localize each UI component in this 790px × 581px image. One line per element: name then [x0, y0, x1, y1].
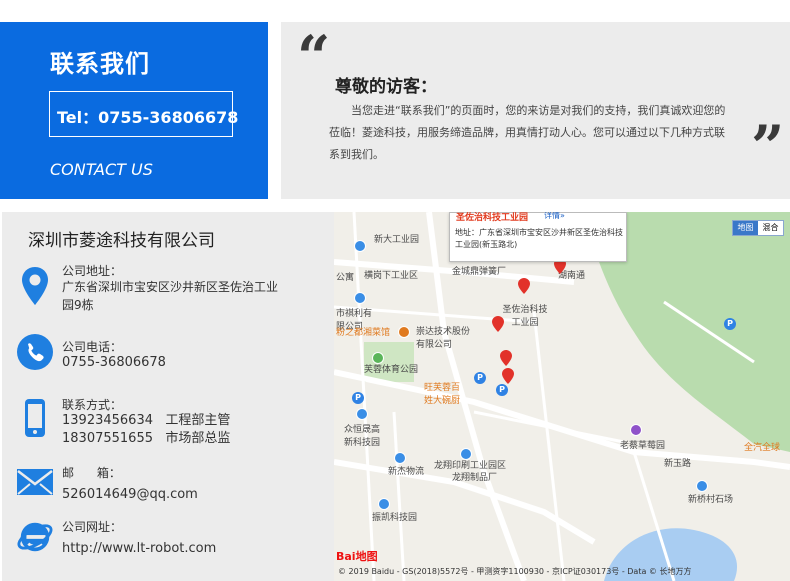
contact-title: 联系我们: [50, 50, 150, 78]
phone-value: 0755-36806678: [62, 355, 166, 370]
map-label: 新玉路: [664, 459, 692, 469]
tel-number: Tel：0755-36806678: [57, 108, 239, 127]
poi-icon: [372, 352, 384, 364]
map-type-toggle: 地图 混合: [732, 220, 784, 236]
contact-mobile-1: 13923456634 工程部主管: [62, 413, 231, 428]
company-info-panel: 深圳市菱途科技有限公司 公司地址： 广东省深圳市宝安区沙井新区圣佐治工业园9栋 …: [2, 212, 334, 581]
map-label: 芙蓉体育公园: [364, 365, 419, 375]
welcome-text: 当您走进“联系我们”的页面时，您的来访是对我们的支持，我们真诚欢迎您的莅临！菱途…: [329, 104, 726, 161]
phone-label: 公司电话：: [62, 340, 123, 354]
poi-icon: [356, 408, 368, 420]
map-type-map-button[interactable]: 地图: [733, 221, 758, 235]
poi-icon: [378, 498, 390, 510]
map-label: 龙翔制品厂: [452, 473, 498, 483]
map-label: 新桥村石场: [688, 495, 734, 505]
contact-subtitle: CONTACT US: [50, 160, 153, 179]
baidu-map-logo: Bai地图: [336, 550, 378, 563]
map-marker-a[interactable]: [518, 278, 530, 294]
map-type-hybrid-button[interactable]: 混合: [758, 221, 783, 235]
company-name: 深圳市菱途科技有限公司: [28, 231, 215, 251]
quote-close-icon: ”: [751, 113, 785, 181]
map-label: 旺芙蓉百姓大碗厨: [424, 383, 461, 406]
map-label: 粉之都湘菜馆: [336, 328, 391, 338]
poi-icon: [630, 424, 642, 436]
map-label: 老蔡草莓园: [620, 441, 666, 451]
poi-icon: [398, 326, 410, 338]
poi-icon: [354, 240, 366, 252]
greeting-heading: 尊敬的访客：: [335, 77, 437, 97]
popup-detail-link[interactable]: 详情»: [544, 212, 565, 221]
envelope-icon: [16, 462, 54, 502]
mobile-phone-icon: [16, 398, 54, 438]
map-info-popup: 圣佐治科技工业园 详情» 地址：广东省深圳市宝安区沙井新区圣佐治科技工业园(新玉…: [449, 212, 627, 262]
popup-title: 圣佐治科技工业园: [456, 213, 529, 223]
map-label: 新杰物流: [388, 467, 425, 477]
contact-label: 联系方式：: [62, 398, 123, 412]
map-label: 公寓: [336, 273, 355, 283]
map-label: 全汽全球: [744, 443, 781, 453]
email-label: 邮 箱：: [62, 466, 121, 480]
parking-icon: P: [474, 372, 486, 384]
contact-banner: 联系我们 Tel：0755-36806678 CONTACT US: [0, 22, 268, 199]
map-marker-j[interactable]: [502, 368, 514, 384]
map-label: 众恒晟高新科技园: [344, 425, 381, 448]
map-label: 横岗下工业区: [364, 271, 419, 281]
parking-icon: P: [496, 384, 508, 396]
quote-open-icon: “: [297, 23, 331, 91]
welcome-panel: “ 尊敬的访客： 当您走进“联系我们”的页面时，您的来访是对我们的支持，我们真诚…: [281, 22, 790, 199]
map-footer: © 2019 Baidu - GS(2018)5572号 - 甲测资字11009…: [334, 564, 790, 580]
map-label: 振凯科技园: [372, 513, 418, 523]
address-label: 公司地址：: [62, 264, 123, 278]
internet-explorer-icon: [16, 516, 54, 556]
poi-icon: [696, 480, 708, 492]
poi-icon: [394, 452, 406, 464]
map-label: 崇达技术股份有限公司: [416, 327, 471, 350]
address-value: 广东省深圳市宝安区沙井新区圣佐治工业园9栋: [62, 280, 279, 312]
map-marker[interactable]: [492, 316, 504, 332]
map-copyright: © 2019 Baidu - GS(2018)5572号 - 甲测资字11009…: [338, 567, 692, 576]
map-label: 圣佐治科技工业园: [502, 305, 548, 328]
map-label: 金城鼎弹簧厂: [452, 267, 507, 277]
parking-icon: P: [352, 392, 364, 404]
phone-icon: [16, 332, 54, 372]
parking-icon: P: [724, 318, 736, 330]
map-label: 新大工业园: [374, 235, 420, 245]
map-marker-b[interactable]: [500, 350, 512, 366]
poi-icon: [354, 292, 366, 304]
poi-icon: [460, 448, 472, 460]
location-map[interactable]: 新大工业园 横岗下工业区 金城鼎弹簧厂 公寓 圣佐治科技工业园 市祺利有限公司 …: [334, 212, 790, 581]
popup-address: 地址：广东省深圳市宝安区沙井新区圣佐治科技工业园(新玉路北): [455, 228, 623, 249]
website-label: 公司网址：: [62, 520, 123, 534]
tel-box: Tel：0755-36806678: [49, 91, 238, 137]
website-link[interactable]: http://www.lt-robot.com: [62, 540, 216, 558]
contact-mobile-2: 18307551655 市场部总监: [62, 431, 231, 446]
email-value[interactable]: 526014649@qq.com: [62, 486, 198, 504]
location-pin-icon: [16, 266, 54, 306]
